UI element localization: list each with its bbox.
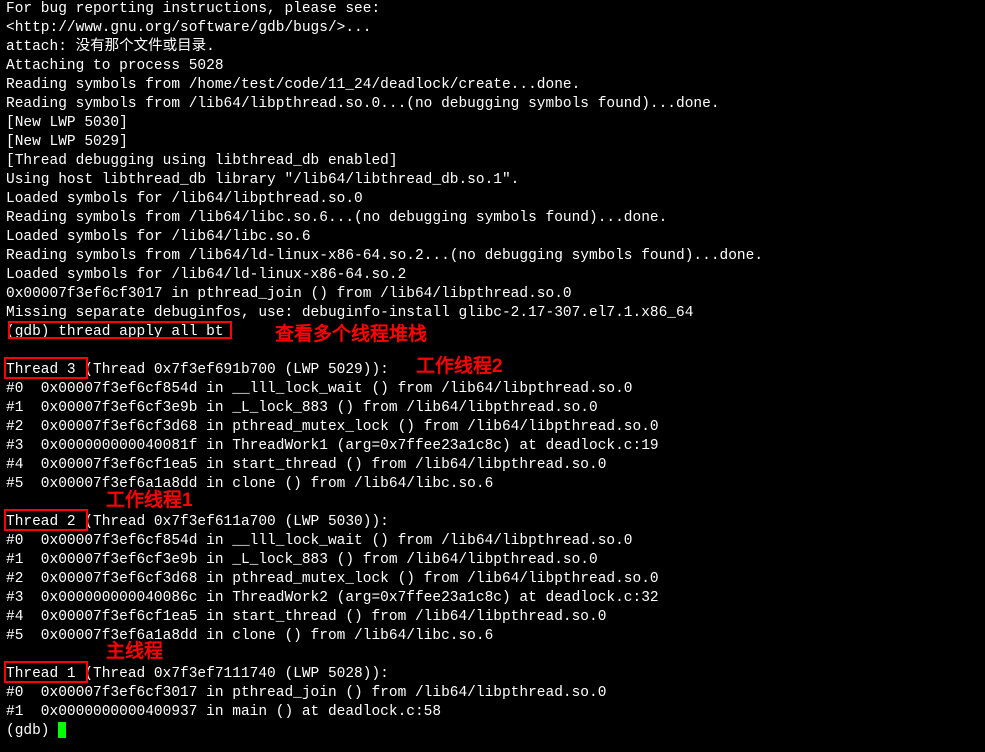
terminal-line: #3 0x000000000040081f in ThreadWork1 (ar… <box>6 437 979 456</box>
terminal-line: Reading symbols from /home/test/code/11_… <box>6 76 979 95</box>
terminal-output[interactable]: For bug reporting instructions, please s… <box>6 0 979 741</box>
terminal-line: #4 0x00007f3ef6cf1ea5 in start_thread ()… <box>6 456 979 475</box>
terminal-line: Attaching to process 5028 <box>6 57 979 76</box>
terminal-line: #0 0x00007f3ef6cf854d in __lll_lock_wait… <box>6 532 979 551</box>
terminal-line: #2 0x00007f3ef6cf3d68 in pthread_mutex_l… <box>6 418 979 437</box>
terminal-line: Thread 2 (Thread 0x7f3ef611a700 (LWP 503… <box>6 513 979 532</box>
terminal-line: #2 0x00007f3ef6cf3d68 in pthread_mutex_l… <box>6 570 979 589</box>
terminal-line: Reading symbols from /lib64/libc.so.6...… <box>6 209 979 228</box>
terminal-line: #3 0x000000000040086c in ThreadWork2 (ar… <box>6 589 979 608</box>
terminal-line: <http://www.gnu.org/software/gdb/bugs/>.… <box>6 19 979 38</box>
terminal-line: [New LWP 5029] <box>6 133 979 152</box>
terminal-line: #1 0x0000000000400937 in main () at dead… <box>6 703 979 722</box>
terminal-line: [Thread debugging using libthread_db ena… <box>6 152 979 171</box>
terminal-line: #0 0x00007f3ef6cf3017 in pthread_join ()… <box>6 684 979 703</box>
terminal-line: (gdb) thread apply all bt <box>6 323 979 342</box>
terminal-line: Loaded symbols for /lib64/ld-linux-x86-6… <box>6 266 979 285</box>
terminal-line: Thread 1 (Thread 0x7f3ef7111740 (LWP 502… <box>6 665 979 684</box>
terminal-line: #5 0x00007f3ef6a1a8dd in clone () from /… <box>6 475 979 494</box>
terminal-line: Loaded symbols for /lib64/libc.so.6 <box>6 228 979 247</box>
terminal-cursor <box>58 722 66 738</box>
terminal-line: Thread 3 (Thread 0x7f3ef691b700 (LWP 502… <box>6 361 979 380</box>
terminal-line: For bug reporting instructions, please s… <box>6 0 979 19</box>
terminal-line: Reading symbols from /lib64/libpthread.s… <box>6 95 979 114</box>
terminal-line: Loaded symbols for /lib64/libpthread.so.… <box>6 190 979 209</box>
terminal-line: #0 0x00007f3ef6cf854d in __lll_lock_wait… <box>6 380 979 399</box>
terminal-line: #1 0x00007f3ef6cf3e9b in _L_lock_883 () … <box>6 399 979 418</box>
terminal-line: Using host libthread_db library "/lib64/… <box>6 171 979 190</box>
terminal-line <box>6 646 979 665</box>
terminal-line: #4 0x00007f3ef6cf1ea5 in start_thread ()… <box>6 608 979 627</box>
terminal-line: (gdb) <box>6 722 979 741</box>
terminal-line <box>6 342 979 361</box>
terminal-line: 0x00007f3ef6cf3017 in pthread_join () fr… <box>6 285 979 304</box>
terminal-line: [New LWP 5030] <box>6 114 979 133</box>
terminal-line: attach: 没有那个文件或目录. <box>6 38 979 57</box>
terminal-line: #1 0x00007f3ef6cf3e9b in _L_lock_883 () … <box>6 551 979 570</box>
terminal-line <box>6 494 979 513</box>
terminal-line: Missing separate debuginfos, use: debugi… <box>6 304 979 323</box>
terminal-line: Reading symbols from /lib64/ld-linux-x86… <box>6 247 979 266</box>
terminal-line: #5 0x00007f3ef6a1a8dd in clone () from /… <box>6 627 979 646</box>
